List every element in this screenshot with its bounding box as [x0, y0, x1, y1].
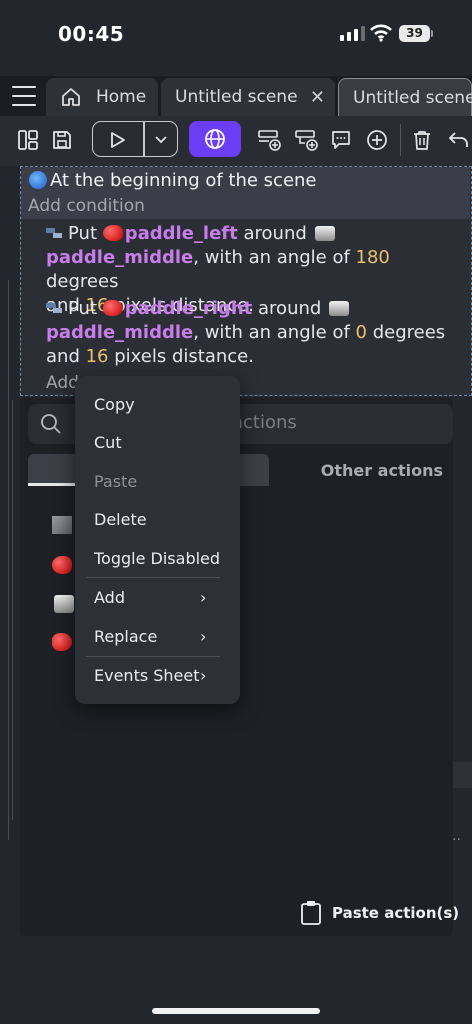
- action-around: around: [258, 298, 322, 319]
- action-verb: Put: [68, 223, 98, 244]
- play-icon[interactable]: [101, 124, 133, 156]
- action-angle[interactable]: 0: [356, 322, 367, 343]
- status-time: 00:45: [58, 22, 125, 46]
- search-icon: [41, 414, 61, 434]
- paddle-left-sprite-icon[interactable]: [52, 556, 72, 574]
- scene-start-icon: [29, 171, 47, 189]
- paste-actions-button[interactable]: Paste action(s): [300, 900, 459, 926]
- tab-other-actions[interactable]: Other actions: [270, 454, 453, 486]
- trash-icon[interactable]: [406, 124, 438, 156]
- wifi-icon: [370, 24, 392, 42]
- action-angle[interactable]: 180: [356, 247, 390, 268]
- action-target[interactable]: paddle_middle: [46, 322, 193, 343]
- signal-icon: [340, 26, 365, 41]
- home-indicator[interactable]: [152, 1008, 320, 1014]
- add-subevent-icon[interactable]: [290, 124, 322, 156]
- paddle-middle-sprite-icon: [329, 301, 350, 316]
- chevron-down-icon[interactable]: [145, 124, 177, 156]
- menu-separator: [86, 577, 220, 578]
- battery-icon: 39: [399, 25, 430, 42]
- action-suffix: pixels distance.: [114, 346, 254, 367]
- tab-label: Untitled scene: [353, 87, 472, 108]
- clipboard-icon: [301, 901, 321, 925]
- paddle-middle-sprite-icon: [314, 226, 335, 241]
- battery-tip: [431, 30, 433, 37]
- guide-line: [8, 280, 9, 840]
- add-condition-link[interactable]: Add condition: [28, 196, 145, 216]
- tab-home[interactable]: Home: [46, 78, 158, 116]
- menu-item-paste: Paste: [94, 472, 138, 491]
- action-distance[interactable]: 16: [86, 346, 109, 367]
- condition-text: At the beginning of the scene: [50, 170, 317, 191]
- chevron-right-icon: ›: [200, 666, 207, 685]
- chevron-right-icon: ›: [200, 627, 207, 646]
- add-circle-icon[interactable]: [361, 124, 393, 156]
- action-angle-label: , with an angle of: [193, 322, 350, 343]
- action-degrees: degrees: [372, 322, 446, 343]
- globe-icon: [205, 129, 225, 149]
- menu-item-add[interactable]: Add: [94, 588, 125, 607]
- active-tab-indicator: [28, 483, 76, 486]
- tab-home-label: Home: [96, 87, 147, 107]
- tab-untitled-scene-2[interactable]: Untitled scene: [338, 78, 472, 116]
- search-placeholder: actions: [232, 412, 297, 433]
- menu-item-cut[interactable]: Cut: [94, 433, 122, 452]
- background-row: [453, 762, 472, 788]
- put-around-icon: [46, 226, 64, 240]
- add-action-link[interactable]: Add: [46, 373, 79, 393]
- put-around-icon: [46, 301, 64, 315]
- publish-globe-button[interactable]: [189, 121, 241, 157]
- hamburger-menu-icon[interactable]: [12, 86, 36, 106]
- undo-icon[interactable]: [442, 124, 472, 156]
- menu-item-events-sheet[interactable]: Events Sheet: [94, 666, 200, 685]
- menu-item-toggle-disabled[interactable]: Toggle Disabled: [94, 549, 220, 568]
- action-degrees: degrees: [46, 271, 119, 292]
- action-object[interactable]: paddle_left: [125, 223, 238, 244]
- tab-untitled-scene-1[interactable]: Untitled scene ✕: [161, 78, 335, 116]
- action-around: around: [243, 223, 307, 244]
- save-icon[interactable]: [46, 124, 78, 156]
- paddle-middle-sprite-icon[interactable]: [54, 595, 74, 613]
- context-menu: [75, 376, 240, 704]
- action-target[interactable]: paddle_middle: [46, 247, 193, 268]
- paddle-right-sprite-icon: [102, 300, 123, 316]
- close-icon[interactable]: ✕: [310, 87, 325, 108]
- action-object[interactable]: paddle_right: [125, 298, 253, 319]
- ellipsis-icon: ··: [452, 832, 461, 848]
- paste-actions-label: Paste action(s): [332, 904, 460, 922]
- action-angle-label: , with an angle of: [193, 247, 350, 268]
- paddle-left-sprite-icon: [102, 225, 123, 241]
- menu-item-replace[interactable]: Replace: [94, 627, 157, 646]
- object-icon[interactable]: [52, 516, 72, 534]
- action-verb: Put: [68, 298, 98, 319]
- paddle-right-sprite-icon[interactable]: [52, 633, 72, 651]
- toolbar-separator: [400, 124, 401, 156]
- add-comment-icon[interactable]: [325, 124, 357, 156]
- tab-label: Untitled scene: [175, 87, 298, 107]
- menu-separator: [86, 656, 220, 657]
- guide-line: [12, 400, 13, 820]
- layout-icon[interactable]: [12, 124, 44, 156]
- action-and: and: [46, 346, 80, 367]
- chevron-right-icon: ›: [200, 588, 207, 607]
- home-icon: [62, 88, 80, 106]
- menu-item-copy[interactable]: Copy: [94, 395, 135, 414]
- add-event-icon[interactable]: [253, 124, 285, 156]
- action-row[interactable]: Put paddle_right around paddle_middle, w…: [46, 297, 456, 369]
- menu-item-delete[interactable]: Delete: [94, 510, 147, 529]
